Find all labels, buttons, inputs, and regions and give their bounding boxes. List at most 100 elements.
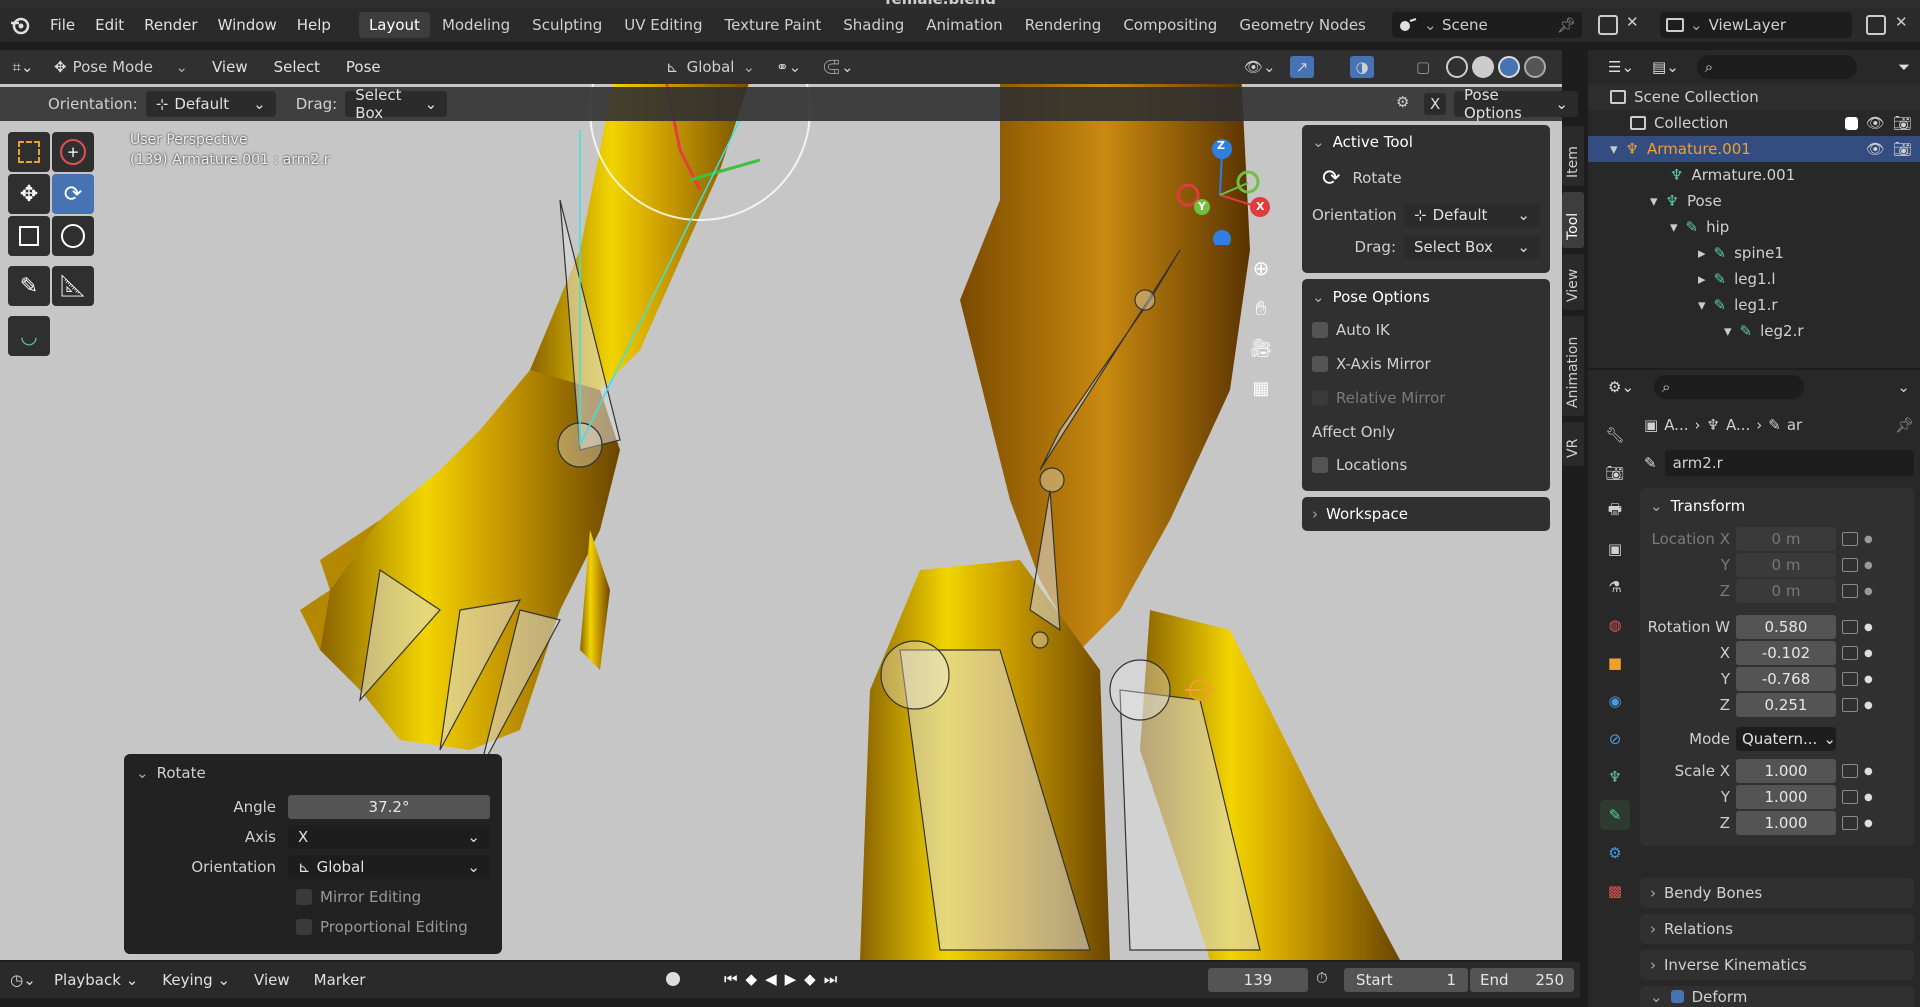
- tab-texture-paint[interactable]: Texture Paint: [714, 12, 831, 38]
- zoom-icon[interactable]: ⊕: [1243, 250, 1279, 286]
- active-tool-header[interactable]: ⌄ Active Tool: [1312, 131, 1540, 153]
- workspace-panel-header[interactable]: › Workspace: [1302, 497, 1550, 531]
- location-x-field[interactable]: 0 m: [1736, 527, 1836, 551]
- pose-options-dropdown[interactable]: Pose Options ⌄: [1454, 86, 1578, 122]
- drag-dropdown[interactable]: Select Box ⌄: [345, 86, 448, 122]
- move-tool[interactable]: ✥: [8, 174, 50, 214]
- tab-layout[interactable]: Layout: [358, 12, 430, 38]
- keyframe-dot-icon[interactable]: ●: [1864, 560, 1873, 571]
- transform-tool[interactable]: [52, 216, 94, 256]
- tab-rendering[interactable]: Rendering: [1015, 12, 1112, 38]
- visibility-icon[interactable]: 👁︎⌄: [1244, 58, 1276, 76]
- location-y-field[interactable]: 0 m: [1736, 553, 1836, 577]
- render-camera-icon[interactable]: 📷︎: [1893, 140, 1912, 158]
- jump-end-icon[interactable]: ⏭︎: [824, 970, 838, 988]
- proportional-editing-checkbox[interactable]: Proportional Editing: [136, 912, 490, 942]
- start-frame-field[interactable]: Start 1: [1344, 968, 1468, 992]
- transform-header[interactable]: ⌄ Transform: [1646, 494, 1908, 518]
- viewlayer-selector[interactable]: ⌄ ViewLayer: [1660, 12, 1852, 38]
- lock-icon[interactable]: [1842, 532, 1858, 546]
- keyframe-dot-icon[interactable]: ●: [1864, 586, 1873, 597]
- xray-icon[interactable]: ▢: [1416, 58, 1430, 76]
- timeline-editor-icon[interactable]: ◷⌄: [6, 971, 40, 989]
- scale-y-field[interactable]: 1.000: [1736, 785, 1836, 809]
- bendy-bones-panel-header[interactable]: › Bendy Bones: [1640, 878, 1914, 908]
- menu-file[interactable]: File: [40, 16, 85, 34]
- lock-icon[interactable]: [1842, 620, 1858, 634]
- rotation-w-field[interactable]: 0.580: [1736, 615, 1836, 639]
- world-properties-tab[interactable]: ◍: [1600, 610, 1630, 640]
- blender-logo-icon[interactable]: [0, 8, 40, 42]
- tab-view[interactable]: View: [1562, 254, 1584, 310]
- keyframe-dot-icon[interactable]: ●: [1864, 674, 1873, 685]
- pin-icon[interactable]: 📌︎: [1557, 16, 1576, 34]
- scale-x-field[interactable]: 1.000: [1736, 759, 1836, 783]
- pivot-point-icon[interactable]: ⚭⌄: [776, 58, 801, 76]
- physics-properties-tab[interactable]: ◉: [1600, 686, 1630, 716]
- outliner-row-hip[interactable]: ▾ ✎ hip: [1588, 214, 1920, 240]
- menu-playback[interactable]: Playback ⌄: [44, 971, 148, 989]
- filter-icon[interactable]: ⏷: [1898, 58, 1910, 76]
- view-layer-properties-tab[interactable]: ▣: [1600, 534, 1630, 564]
- outliner-row-armature-data[interactable]: ♆ Armature.001: [1588, 162, 1920, 188]
- lock-icon[interactable]: [1842, 764, 1858, 778]
- menu-keying[interactable]: Keying ⌄: [152, 971, 240, 989]
- new-scene-icon[interactable]: [1598, 15, 1618, 35]
- prev-keyframe-icon[interactable]: ◆: [746, 970, 758, 988]
- bone-constraints-tab[interactable]: ⚙︎: [1600, 838, 1630, 868]
- material-shading-icon[interactable]: [1498, 56, 1520, 78]
- operator-orientation-dropdown[interactable]: ⊾ Global ⌄: [288, 855, 490, 879]
- annotate-tool[interactable]: ✎: [8, 266, 50, 306]
- menu-view[interactable]: View: [202, 58, 258, 76]
- tab-sculpting[interactable]: Sculpting: [522, 12, 612, 38]
- x-mirror-toggle[interactable]: X: [1424, 93, 1447, 115]
- select-box-tool[interactable]: [8, 132, 50, 172]
- deform-panel-header[interactable]: ⌄ Deform: [1640, 986, 1914, 1007]
- outliner-row-pose[interactable]: ▾ ♆ Pose: [1588, 188, 1920, 214]
- rotation-z-field[interactable]: 0.251: [1736, 693, 1836, 717]
- mode-selector[interactable]: ✥ Pose Mode ⌄: [46, 54, 196, 80]
- menu-marker[interactable]: Marker: [304, 971, 376, 989]
- keyframe-dot-icon[interactable]: ●: [1864, 792, 1873, 803]
- texture-properties-tab[interactable]: ▩: [1600, 876, 1630, 906]
- pose-options-header[interactable]: ⌄ Pose Options: [1312, 285, 1540, 309]
- end-frame-field[interactable]: End 250: [1470, 968, 1574, 992]
- data-properties-tab[interactable]: ♆: [1600, 762, 1630, 792]
- lock-icon[interactable]: [1842, 698, 1858, 712]
- display-mode-icon[interactable]: ▤⌄: [1652, 58, 1679, 76]
- tab-tool[interactable]: Tool: [1562, 192, 1584, 248]
- relations-panel-header[interactable]: › Relations: [1640, 914, 1914, 944]
- overlay-toggle-icon[interactable]: ◑: [1350, 56, 1374, 78]
- bone-properties-tab[interactable]: ✎: [1600, 800, 1630, 830]
- tab-animation[interactable]: Animation: [916, 12, 1012, 38]
- camera-icon[interactable]: 🎥︎: [1243, 330, 1279, 366]
- object-properties-tab[interactable]: ■: [1600, 648, 1630, 678]
- outliner-row-leg1-r[interactable]: ▾ ✎ leg1.r: [1588, 292, 1920, 318]
- grid-perspective-icon[interactable]: ▦: [1243, 370, 1279, 406]
- lock-icon[interactable]: [1842, 584, 1858, 598]
- wireframe-shading-icon[interactable]: [1446, 56, 1468, 78]
- relax-pose-tool[interactable]: ◡: [8, 316, 50, 356]
- tool-properties-tab[interactable]: 🔧︎: [1600, 420, 1630, 450]
- snap-target-icon[interactable]: ⚙︎: [1396, 93, 1409, 111]
- rotation-mode-dropdown[interactable]: Quatern... ⌄: [1736, 727, 1836, 751]
- chevron-down-icon[interactable]: ⌄: [1897, 378, 1910, 396]
- mirror-editing-checkbox[interactable]: Mirror Editing: [136, 882, 490, 912]
- scene-properties-tab[interactable]: ⚗︎: [1600, 572, 1630, 602]
- relative-mirror-checkbox[interactable]: Relative Mirror: [1312, 381, 1540, 415]
- render-camera-icon[interactable]: 📷︎: [1893, 114, 1912, 132]
- inverse-kinematics-panel-header[interactable]: › Inverse Kinematics: [1640, 950, 1914, 980]
- outliner-editor-icon[interactable]: ☰⌄: [1608, 58, 1634, 76]
- constraints-properties-tab[interactable]: ⊘: [1600, 724, 1630, 754]
- deform-checkbox[interactable]: [1670, 990, 1684, 1003]
- lock-icon[interactable]: [1842, 672, 1858, 686]
- menu-render[interactable]: Render: [134, 16, 207, 34]
- eye-icon[interactable]: 👁︎: [1866, 114, 1885, 132]
- solid-shading-icon[interactable]: [1472, 56, 1494, 78]
- x-axis-mirror-checkbox[interactable]: X-Axis Mirror: [1312, 347, 1540, 381]
- current-frame-field[interactable]: 139: [1208, 968, 1308, 992]
- play-icon[interactable]: ▶: [785, 970, 797, 988]
- exclude-checkbox[interactable]: [1844, 116, 1858, 130]
- keyframe-dot-icon[interactable]: ●: [1864, 622, 1873, 633]
- lock-icon[interactable]: [1842, 816, 1858, 830]
